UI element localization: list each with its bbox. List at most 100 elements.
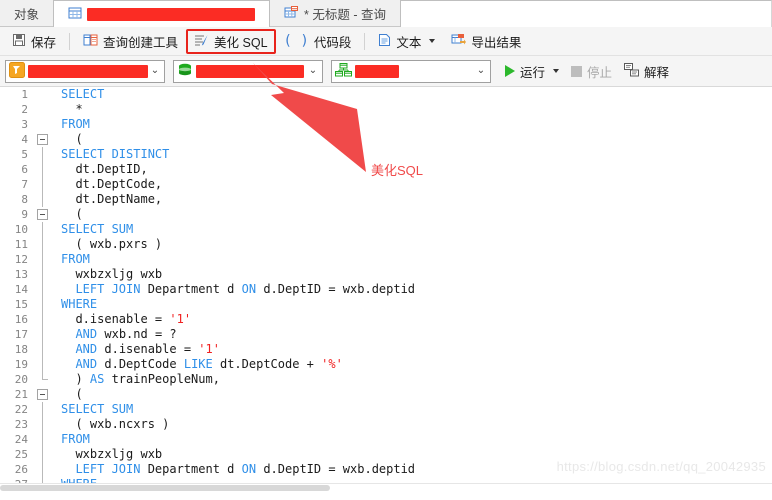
code-line[interactable]: 23 ( wxb.ncxrs ) (0, 417, 772, 432)
chevron-down-icon[interactable]: ⌄ (306, 66, 320, 76)
code-line[interactable]: 2 * (0, 102, 772, 117)
code-text[interactable]: AND d.isenable = '1' (52, 342, 220, 357)
code-line[interactable]: 14 LEFT JOIN Department d ON d.DeptID = … (0, 282, 772, 297)
code-text[interactable]: AND wxb.nd = ? (52, 327, 176, 342)
fold-toggle-icon[interactable] (34, 132, 52, 147)
code-text[interactable]: ) AS trainPeopleNum, (52, 372, 220, 387)
fold-guide (34, 87, 52, 102)
sql-editor[interactable]: 1 SELECT 2 * 3 FROM 4 (5 SELECT DISTINCT 6 dt.D… (0, 87, 772, 492)
line-number: 24 (0, 432, 34, 447)
code-line[interactable]: 7 dt.DeptCode, (0, 177, 772, 192)
code-line[interactable]: 9 ( (0, 207, 772, 222)
code-line[interactable]: 26 LEFT JOIN Department d ON d.DeptID = … (0, 462, 772, 477)
save-button[interactable]: 保存 (4, 30, 64, 53)
query-builder-button[interactable]: 查询创建工具 (75, 30, 186, 53)
code-text[interactable]: d.isenable = '1' (52, 312, 191, 327)
fold-guide (34, 402, 52, 417)
text-view-button[interactable]: 文本 (370, 30, 443, 53)
toolbar-divider-2 (364, 32, 366, 50)
connection-toolbar: ⌄ ⌄ ⌄ 运行 停止 解释 (0, 56, 772, 87)
tab-objects-label: 对象 (14, 7, 40, 22)
code-line[interactable]: 21 ( (0, 387, 772, 402)
code-text[interactable]: ( (52, 387, 82, 402)
fold-guide (34, 297, 52, 312)
code-text[interactable]: FROM (52, 432, 90, 447)
code-text[interactable]: AND d.DeptCode LIKE dt.DeptCode + '%' (52, 357, 342, 372)
fold-toggle-icon[interactable] (34, 207, 52, 222)
horizontal-scrollbar[interactable] (0, 483, 772, 492)
chevron-down-icon[interactable] (553, 69, 560, 73)
code-line[interactable]: 19 AND d.DeptCode LIKE dt.DeptCode + '%' (0, 357, 772, 372)
export-result-button[interactable]: 导出结果 (443, 30, 529, 53)
code-text[interactable]: FROM (52, 117, 90, 132)
fold-toggle-icon[interactable] (34, 387, 52, 402)
code-line[interactable]: 3 FROM (0, 117, 772, 132)
code-text[interactable]: dt.DeptName, (52, 192, 162, 207)
stop-icon (571, 65, 583, 77)
save-icon (12, 33, 26, 50)
chevron-down-icon[interactable] (429, 39, 436, 43)
chevron-down-icon[interactable]: ⌄ (148, 66, 162, 76)
stop-label: 停止 (587, 65, 613, 80)
code-text[interactable]: * (52, 102, 82, 117)
code-lines[interactable]: 1 SELECT 2 * 3 FROM 4 (5 SELECT DISTINCT 6 dt.D… (0, 87, 772, 492)
code-line[interactable]: 4 ( (0, 132, 772, 147)
code-line[interactable]: 1 SELECT (0, 87, 772, 102)
tab-query[interactable]: * 无标题 - 查询 (270, 0, 400, 26)
code-text[interactable]: ( wxb.ncxrs ) (52, 417, 169, 432)
code-text[interactable]: SELECT DISTINCT (52, 147, 169, 162)
schema-icon (335, 62, 352, 80)
tab-connection[interactable] (53, 0, 271, 27)
code-text[interactable]: dt.DeptCode, (52, 177, 162, 192)
code-line[interactable]: 17 AND wxb.nd = ? (0, 327, 772, 342)
main-toolbar: 保存 查询创建工具 美化 SQL () 代码段 文本 导出结果 (0, 27, 772, 56)
line-number: 6 (0, 162, 34, 177)
beautify-sql-icon (194, 33, 209, 50)
database-combo[interactable]: ⌄ (173, 59, 323, 83)
fold-guide (34, 312, 52, 327)
code-line[interactable]: 8 dt.DeptName, (0, 192, 772, 207)
explain-button[interactable]: 解释 (618, 60, 675, 83)
code-text[interactable]: ( wxb.pxrs ) (52, 237, 162, 252)
fold-guide (34, 267, 52, 282)
code-line[interactable]: 12 FROM (0, 252, 772, 267)
code-line[interactable]: 13 wxbzxljg wxb (0, 267, 772, 282)
fold-guide (34, 252, 52, 267)
code-line[interactable]: 25 wxbzxljg wxb (0, 447, 772, 462)
code-text[interactable]: SELECT SUM (52, 402, 133, 417)
code-line[interactable]: 24 FROM (0, 432, 772, 447)
code-line[interactable]: 22 SELECT SUM (0, 402, 772, 417)
code-line[interactable]: 15 WHERE (0, 297, 772, 312)
schema-combo[interactable]: ⌄ (331, 59, 491, 83)
code-text[interactable]: dt.DeptID, (52, 162, 147, 177)
snippet-button[interactable]: ( ) 代码段 (276, 30, 360, 53)
annotation-label: 美化SQL (371, 163, 424, 178)
code-line[interactable]: 20 ) AS trainPeopleNum, (0, 372, 772, 387)
line-number: 2 (0, 102, 34, 117)
code-line[interactable]: 10 SELECT SUM (0, 222, 772, 237)
line-number: 8 (0, 192, 34, 207)
code-text[interactable]: SELECT (52, 87, 104, 102)
horizontal-scrollbar-thumb[interactable] (0, 485, 330, 491)
code-line[interactable]: 16 d.isenable = '1' (0, 312, 772, 327)
code-line[interactable]: 18 AND d.isenable = '1' (0, 342, 772, 357)
query-builder-icon (83, 33, 98, 50)
code-text[interactable]: wxbzxljg wxb (52, 447, 162, 462)
fold-guide (34, 372, 52, 387)
run-button[interactable]: 运行 (499, 60, 565, 83)
code-text[interactable]: FROM (52, 252, 90, 267)
code-text[interactable]: ( (52, 207, 82, 222)
code-text[interactable]: SELECT SUM (52, 222, 133, 237)
tab-objects[interactable]: 对象 (0, 0, 54, 26)
code-text[interactable]: WHERE (52, 297, 97, 312)
connection-combo[interactable]: ⌄ (5, 59, 165, 83)
beautify-sql-button[interactable]: 美化 SQL (186, 28, 276, 54)
code-text[interactable]: ( (52, 132, 82, 147)
code-text[interactable]: LEFT JOIN Department d ON d.DeptID = wxb… (52, 282, 415, 297)
code-text[interactable]: wxbzxljg wxb (52, 267, 162, 282)
line-number: 21 (0, 387, 34, 402)
code-text[interactable]: LEFT JOIN Department d ON d.DeptID = wxb… (52, 462, 415, 477)
explain-icon (624, 62, 640, 80)
chevron-down-icon[interactable]: ⌄ (474, 66, 488, 76)
code-line[interactable]: 11 ( wxb.pxrs ) (0, 237, 772, 252)
